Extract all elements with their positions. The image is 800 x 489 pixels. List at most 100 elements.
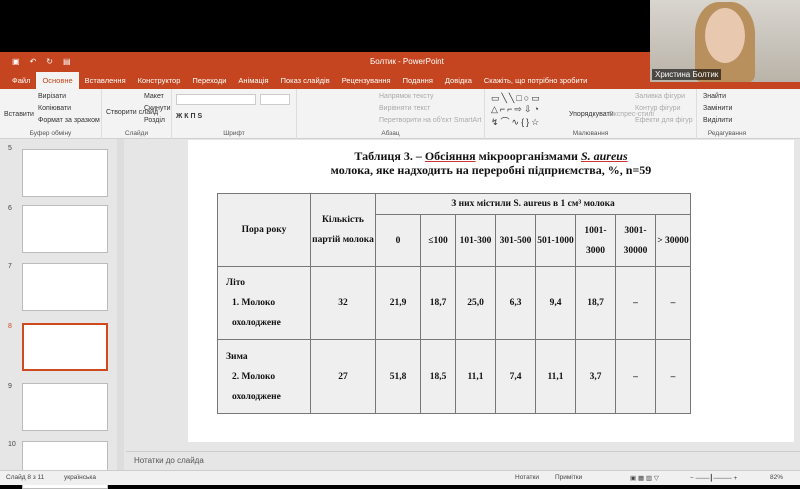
value-cell: 7,4 xyxy=(495,339,536,414)
editing-group: Знайти Замінити Виділити Редагування xyxy=(697,89,757,139)
slide-thumbnail-6[interactable] xyxy=(22,205,108,253)
column-header: 501-1000 xyxy=(535,214,576,267)
slide-thumbnails-pane: 5 6 7 8 9 10 xyxy=(0,139,124,489)
find-button[interactable]: Знайти xyxy=(703,93,726,100)
value-cell: 11,1 xyxy=(455,339,496,414)
value-cell: 18,5 xyxy=(420,339,456,414)
thumbnails-scrollbar[interactable] xyxy=(117,139,124,470)
text-direction-button[interactable]: Напрямок тексту xyxy=(379,93,434,100)
table-row: Зима 2. Молоко охолоджене 27 51,8 18,5 11,1 7,… xyxy=(217,339,691,414)
column-header: ≤100 xyxy=(420,214,456,267)
column-header: 101-300 xyxy=(455,214,496,267)
participant-name: Христина Болтик xyxy=(652,69,722,80)
value-cell: 18,7 xyxy=(420,266,456,340)
view-buttons[interactable]: ▣ ▦ ▥ ▽ xyxy=(630,474,659,482)
replace-button[interactable]: Замінити xyxy=(703,105,732,112)
select-button[interactable]: Виділити xyxy=(703,117,732,124)
item: 1. Молоко охолоджене xyxy=(232,298,281,328)
copy-button[interactable]: Копіювати xyxy=(38,105,71,112)
tab-help[interactable]: Довідка xyxy=(439,72,478,89)
value-cell: – xyxy=(615,339,656,414)
shape-outline-button[interactable]: Контур фігури xyxy=(635,105,680,112)
layout-button[interactable]: Макет xyxy=(144,93,164,100)
title-part: Таблиця 3. – xyxy=(354,149,425,163)
thumb-number: 5 xyxy=(8,145,12,152)
header-count: Кількість партій молока xyxy=(310,193,376,267)
window-title: Болтик - PowerPoint xyxy=(370,57,444,66)
present-icon[interactable]: ▤ xyxy=(63,57,71,66)
tab-animations[interactable]: Анімація xyxy=(232,72,274,89)
title-part: S. aureus xyxy=(580,149,628,163)
slide-canvas[interactable]: Таблиця 3. – Обсіяння мікроорганізмами S… xyxy=(188,140,794,442)
count-cell: 32 xyxy=(310,266,376,340)
font-format-buttons[interactable]: Ж К П S xyxy=(176,113,202,120)
clipboard-label: Буфер обміну xyxy=(29,130,72,137)
zoom-level[interactable]: 82% xyxy=(770,474,783,481)
zoom-slider[interactable]: − ───┃──── + xyxy=(690,474,737,482)
value-cell: – xyxy=(655,339,691,414)
notes-toggle[interactable]: Нотатки xyxy=(515,474,539,481)
column-header: 0 xyxy=(375,214,421,267)
row-label: Зима 2. Молоко охолоджене xyxy=(217,339,311,414)
smartart-button[interactable]: Перетворити на об'єкт SmartArt xyxy=(379,117,482,124)
paste-button[interactable]: Вставити xyxy=(4,111,34,118)
cut-button[interactable]: Вирізати xyxy=(38,93,66,100)
thumb-number: 10 xyxy=(8,441,16,448)
editing-label: Редагування xyxy=(707,130,747,137)
save-icon[interactable]: ▣ xyxy=(12,57,20,66)
column-header: 301-500 xyxy=(495,214,536,267)
value-cell: 25,0 xyxy=(455,266,496,340)
table-row: Літо 1. Молоко охолоджене 32 21,9 18,7 25,0 6,… xyxy=(217,266,691,340)
arrange-button[interactable]: Упорядкувати xyxy=(569,111,614,118)
tab-file[interactable]: Файл xyxy=(6,72,36,89)
tab-view[interactable]: Подання xyxy=(397,72,439,89)
format-painter-button[interactable]: Формат за зразком xyxy=(38,117,100,124)
undo-icon[interactable]: ↶ xyxy=(30,57,37,66)
slides-label: Слайди xyxy=(124,130,149,137)
value-cell: 21,9 xyxy=(375,266,421,340)
value-cell: 18,7 xyxy=(575,266,616,340)
slide-thumbnail-8[interactable] xyxy=(22,323,108,371)
season: Літо xyxy=(226,278,246,288)
slide-thumbnail-7[interactable] xyxy=(22,263,108,311)
notes-pane[interactable]: Нотатки до слайда xyxy=(126,451,800,470)
tab-slideshow[interactable]: Показ слайдів xyxy=(275,72,336,89)
slide-title: Таблиця 3. – Обсіяння мікроорганізмами S… xyxy=(188,149,794,177)
shape-effects-button[interactable]: Ефекти для фігур xyxy=(635,117,693,124)
thumb-number: 6 xyxy=(8,205,12,212)
slide-thumbnail-9[interactable] xyxy=(22,383,108,431)
section-button[interactable]: Розділ xyxy=(144,117,165,124)
clipboard-group: Вставити Вирізати Копіювати Формат за зр… xyxy=(0,89,102,139)
tab-design[interactable]: Конструктор xyxy=(132,72,187,89)
value-cell: 3,7 xyxy=(575,339,616,414)
slide-counter: Слайд 8 з 11 xyxy=(6,474,45,481)
thumb-number: 8 xyxy=(8,323,12,330)
tab-review[interactable]: Рецензування xyxy=(336,72,397,89)
status-bar: Слайд 8 з 11 українська Нотатки Примітки… xyxy=(0,470,800,485)
tab-transitions[interactable]: Переходи xyxy=(186,72,232,89)
value-cell: – xyxy=(655,266,691,340)
person-face xyxy=(705,8,745,63)
tab-insert[interactable]: Вставлення xyxy=(79,72,132,89)
font-size-input[interactable] xyxy=(260,94,290,105)
align-text-button[interactable]: Вирівняти текст xyxy=(379,105,430,112)
shapes-gallery[interactable]: ▭╲╲□○▭ △⌐⌐⇨⇩◔ ↯⌒∿{}☆ xyxy=(491,93,542,128)
column-header: > 30000 xyxy=(655,214,691,267)
count-cell: 27 xyxy=(310,339,376,414)
tab-home[interactable]: Основне xyxy=(36,72,79,89)
font-name-input[interactable] xyxy=(176,94,256,105)
season: Зима xyxy=(226,351,248,362)
slide-thumbnail-5[interactable] xyxy=(22,149,108,197)
thumb-number: 7 xyxy=(8,263,12,270)
tell-me-search[interactable]: Скажіть, що потрібно зробити xyxy=(478,72,594,89)
reset-button[interactable]: Скинути xyxy=(144,105,171,112)
comments-toggle[interactable]: Примітки xyxy=(555,474,582,481)
language[interactable]: українська xyxy=(64,474,96,481)
shape-fill-button[interactable]: Заливка фігури xyxy=(635,93,685,100)
paragraph-group: Напрямок тексту Вирівняти текст Перетвор… xyxy=(297,89,485,139)
webcam-feed: Христина Болтик xyxy=(650,0,800,82)
redo-icon[interactable]: ↻ xyxy=(46,57,53,66)
value-cell: – xyxy=(615,266,656,340)
column-header: 3001-30000 xyxy=(615,214,656,267)
slides-group: Створити слайд Макет Скинути Розділ Слай… xyxy=(102,89,172,139)
